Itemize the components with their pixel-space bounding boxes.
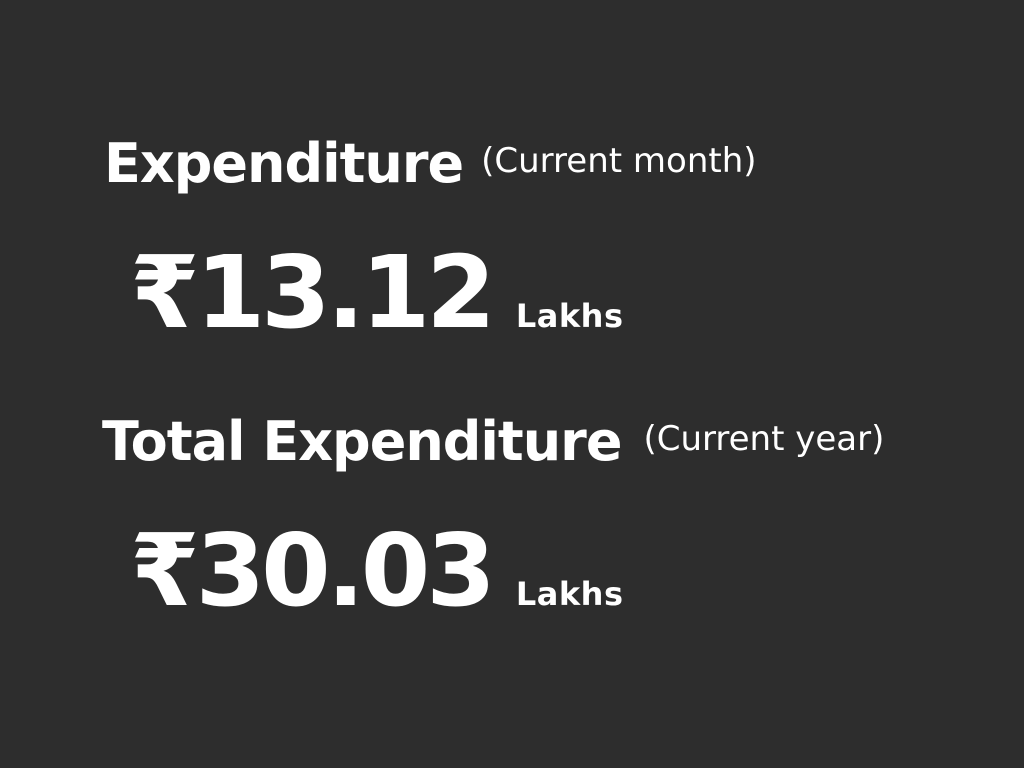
monthly-expenditure-title: Expenditure: [104, 132, 464, 195]
yearly-expenditure-period: (Current year): [643, 419, 885, 459]
yearly-expenditure-title: Total Expenditure: [102, 410, 622, 473]
monthly-expenditure-amount: ₹13.12: [130, 234, 496, 351]
monthly-expenditure-unit: Lakhs: [515, 297, 624, 335]
monthly-expenditure-figure: ₹13.12 Lakhs: [130, 234, 623, 351]
yearly-expenditure-heading: Total Expenditure (Current year): [102, 410, 884, 473]
yearly-expenditure-figure: ₹30.03 Lakhs: [130, 512, 623, 629]
yearly-expenditure-amount: ₹30.03: [130, 512, 496, 629]
monthly-expenditure-period: (Current month): [481, 141, 757, 181]
yearly-expenditure-unit: Lakhs: [515, 575, 624, 613]
monthly-expenditure-heading: Expenditure (Current month): [104, 132, 757, 195]
